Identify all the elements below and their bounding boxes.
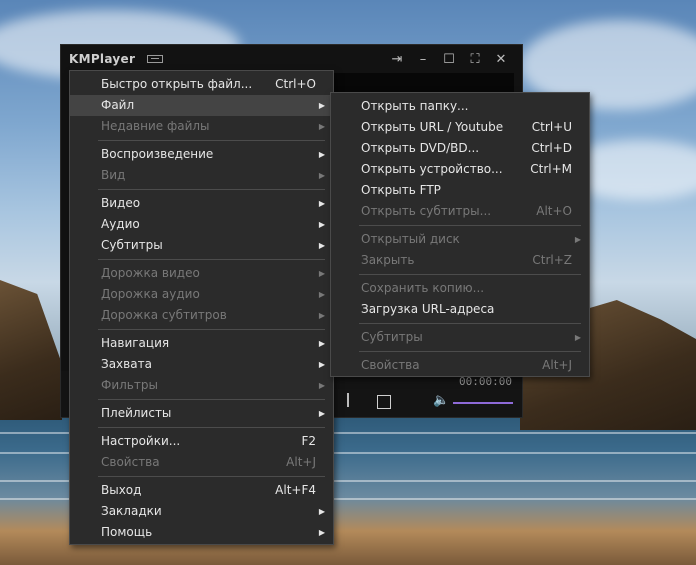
menu-item-audio-track[interactable]: Дорожка аудио ▶ — [70, 284, 333, 305]
menu-item-navigation[interactable]: Навигация ▶ — [70, 333, 333, 354]
chevron-right-icon: ▶ — [574, 333, 581, 342]
shortcut-label: Ctrl+U — [531, 120, 572, 134]
pin-icon[interactable]: ⇥ — [384, 49, 410, 69]
separator — [98, 140, 325, 141]
chevron-right-icon: ▶ — [318, 311, 325, 320]
menu-item-file[interactable]: Файл ▶ — [70, 95, 333, 116]
menu-item-subtitle-track[interactable]: Дорожка субтитров ▶ — [70, 305, 333, 326]
menu-item-capture[interactable]: Захвата ▶ — [70, 354, 333, 375]
close-icon[interactable]: ✕ — [488, 49, 514, 69]
chevron-right-icon: ▶ — [318, 101, 325, 110]
submenu-item-open-subtitles[interactable]: Открыть субтитры... Alt+O — [331, 201, 589, 222]
submenu-item-open-ftp[interactable]: Открыть FTP — [331, 180, 589, 201]
menu-item-bookmarks[interactable]: Закладки ▶ — [70, 501, 333, 522]
stop-icon[interactable] — [377, 395, 391, 409]
chevron-right-icon: ▶ — [318, 269, 325, 278]
chevron-right-icon: ▶ — [318, 339, 325, 348]
submenu-item-download-url[interactable]: Загрузка URL-адреса — [331, 299, 589, 320]
separator — [98, 329, 325, 330]
submenu-item-open-dvd[interactable]: Открыть DVD/BD... Ctrl+D — [331, 138, 589, 159]
menu-item-quick-open[interactable]: Быстро открыть файл... Ctrl+O — [70, 74, 333, 95]
separator — [98, 476, 325, 477]
submenu-item-properties[interactable]: Свойства Alt+J — [331, 355, 589, 376]
app-title: KMPlayer — [69, 52, 136, 66]
chevron-right-icon: ▶ — [318, 171, 325, 180]
separator — [359, 351, 581, 352]
chevron-right-icon: ▶ — [318, 507, 325, 516]
chevron-right-icon: ▶ — [318, 409, 325, 418]
menu-item-playlists[interactable]: Плейлисты ▶ — [70, 403, 333, 424]
menu-item-subtitles[interactable]: Субтитры ▶ — [70, 235, 333, 256]
submenu-item-save-copy[interactable]: Сохранить копию... — [331, 278, 589, 299]
shortcut-label: Ctrl+M — [530, 162, 572, 176]
menu-item-exit[interactable]: Выход Alt+F4 — [70, 480, 333, 501]
menu-item-video[interactable]: Видео ▶ — [70, 193, 333, 214]
chevron-right-icon: ▶ — [318, 360, 325, 369]
menu-item-video-track[interactable]: Дорожка видео ▶ — [70, 263, 333, 284]
cliff-left — [0, 280, 62, 420]
chevron-right-icon: ▶ — [318, 199, 325, 208]
chevron-right-icon: ▶ — [318, 381, 325, 390]
menu-item-view[interactable]: Вид ▶ — [70, 165, 333, 186]
menu-item-recent-files[interactable]: Недавние файлы ▶ — [70, 116, 333, 137]
title-bar[interactable]: KMPlayer ⇥ – ☐ ⛶ ✕ — [61, 45, 522, 73]
prev-icon[interactable] — [341, 393, 349, 407]
submenu-item-open-folder[interactable]: Открыть папку... — [331, 96, 589, 117]
menu-item-playback[interactable]: Воспроизведение ▶ — [70, 144, 333, 165]
menu-item-audio[interactable]: Аудио ▶ — [70, 214, 333, 235]
chevron-right-icon: ▶ — [318, 220, 325, 229]
menu-item-properties[interactable]: Свойства Alt+J — [70, 452, 333, 473]
menu-icon[interactable] — [147, 55, 164, 63]
chevron-right-icon: ▶ — [318, 241, 325, 250]
menu-item-settings[interactable]: Настройки... F2 — [70, 431, 333, 452]
chevron-right-icon: ▶ — [318, 290, 325, 299]
file-submenu: Открыть папку... Открыть URL / Youtube Ct… — [330, 92, 590, 377]
shortcut-label: Ctrl+O — [275, 77, 316, 91]
separator — [98, 399, 325, 400]
shortcut-label: Ctrl+D — [531, 141, 572, 155]
chevron-right-icon: ▶ — [318, 528, 325, 537]
minimize-icon[interactable]: – — [410, 49, 436, 69]
volume-icon[interactable]: 🔈 — [433, 393, 449, 408]
separator — [98, 189, 325, 190]
separator — [359, 323, 581, 324]
submenu-item-open-device[interactable]: Открыть устройство... Ctrl+M — [331, 159, 589, 180]
separator — [359, 225, 581, 226]
shortcut-label: F2 — [301, 434, 316, 448]
shortcut-label: Ctrl+Z — [532, 253, 572, 267]
separator — [98, 259, 325, 260]
maximize-icon[interactable]: ☐ — [436, 49, 462, 69]
chevron-right-icon: ▶ — [318, 122, 325, 131]
menu-item-help[interactable]: Помощь ▶ — [70, 522, 333, 543]
submenu-item-open-url[interactable]: Открыть URL / Youtube Ctrl+U — [331, 117, 589, 138]
fullscreen-icon[interactable]: ⛶ — [462, 49, 488, 69]
separator — [98, 427, 325, 428]
separator — [359, 274, 581, 275]
submenu-item-subtitles[interactable]: Субтитры ▶ — [331, 327, 589, 348]
submenu-item-open-disc[interactable]: Открытый диск ▶ — [331, 229, 589, 250]
menu-item-filters[interactable]: Фильтры ▶ — [70, 375, 333, 396]
shortcut-label: Alt+F4 — [275, 483, 316, 497]
volume-slider[interactable] — [453, 402, 513, 404]
context-menu: Быстро открыть файл... Ctrl+O Файл ▶ Недав… — [69, 70, 334, 545]
shortcut-label: Alt+O — [536, 204, 572, 218]
chevron-right-icon: ▶ — [574, 235, 581, 244]
chevron-right-icon: ▶ — [318, 150, 325, 159]
shortcut-label: Alt+J — [542, 358, 572, 372]
shortcut-label: Alt+J — [286, 455, 316, 469]
submenu-item-close[interactable]: Закрыть Ctrl+Z — [331, 250, 589, 271]
